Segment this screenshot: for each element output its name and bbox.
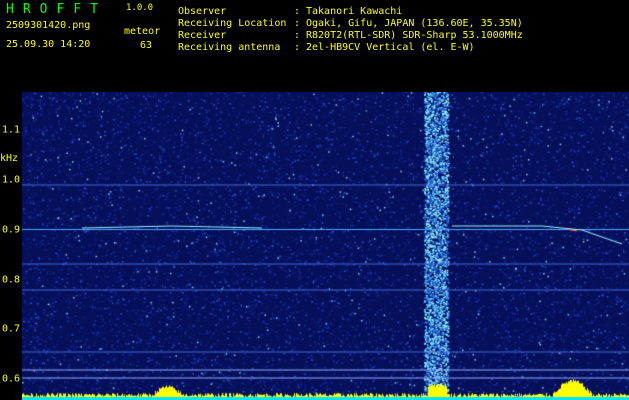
y-tick-label: 0.9 bbox=[2, 224, 21, 236]
info-row-observer: Observer : Takanori Kawachi bbox=[178, 5, 523, 17]
y-unit-label: kHz bbox=[0, 153, 19, 164]
app-version: 1.0.0 bbox=[126, 3, 154, 13]
info-value: Takanori Kawachi bbox=[306, 5, 403, 17]
info-separator: : bbox=[294, 5, 301, 17]
info-value: R820T2(RTL-SDR) SDR-Sharp 53.1000MHz bbox=[306, 29, 523, 41]
frequency-axis: kHz 1421 1422 1423 1424 1425 1426 1427 1… bbox=[0, 76, 629, 166]
info-value: 2el-HB9CV Vertical (el. E-W) bbox=[306, 41, 475, 53]
app-name: HROFFT bbox=[6, 2, 107, 17]
info-key: Receiving antenna bbox=[178, 41, 281, 53]
y-tick-label: 0.7 bbox=[2, 323, 21, 335]
info-row-location: Receiving Location : Ogaki, Gifu, JAPAN … bbox=[178, 17, 523, 29]
info-key: Observer bbox=[178, 5, 227, 17]
header-panel: HROFFT 1.0.0 2509301420.png 25.09.30 14:… bbox=[0, 0, 629, 76]
y-tick-label: 1.1 bbox=[2, 124, 21, 136]
y-tick-label: 0.8 bbox=[2, 274, 21, 286]
meteor-count: 63 bbox=[140, 40, 153, 51]
timestamp: 25.09.30 14:20 bbox=[6, 39, 91, 50]
station-info: Observer : Takanori Kawachi Receiving Lo… bbox=[178, 5, 523, 53]
info-separator: : bbox=[294, 29, 301, 41]
info-row-antenna: Receiving antenna : 2el-HB9CV Vertical (… bbox=[178, 41, 523, 53]
meteor-label: meteor bbox=[124, 26, 161, 37]
y-tick-label: 1.0 bbox=[2, 174, 21, 186]
info-separator: : bbox=[294, 41, 301, 53]
y-tick-label: 0.6 bbox=[2, 373, 21, 385]
file-name: 2509301420.png bbox=[6, 20, 91, 31]
info-row-receiver: Receiver : R820T2(RTL-SDR) SDR-Sharp 53.… bbox=[178, 29, 523, 41]
spectrogram bbox=[22, 92, 629, 400]
info-value: Ogaki, Gifu, JAPAN (136.60E, 35.35N) bbox=[306, 17, 523, 29]
info-separator: : bbox=[294, 17, 301, 29]
info-key: Receiver bbox=[178, 29, 227, 41]
info-key: Receiving Location bbox=[178, 17, 287, 29]
